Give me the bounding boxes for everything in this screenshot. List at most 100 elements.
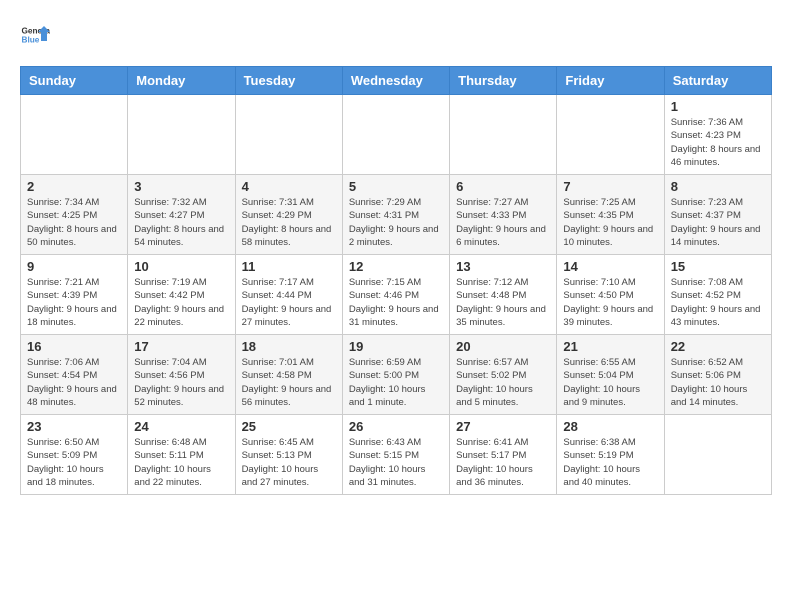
day-cell: 1 Sunrise: 7:36 AM Sunset: 4:23 PM Daylig… xyxy=(664,95,771,175)
day-cell: 20 Sunrise: 6:57 AM Sunset: 5:02 PM Dayli… xyxy=(450,335,557,415)
day-cell xyxy=(342,95,449,175)
day-number: 19 xyxy=(349,339,443,354)
day-cell: 3 Sunrise: 7:32 AM Sunset: 4:27 PM Daylig… xyxy=(128,175,235,255)
day-detail: Sunrise: 6:52 AM Sunset: 5:06 PM Dayligh… xyxy=(671,356,765,409)
weekday-header-tuesday: Tuesday xyxy=(235,67,342,95)
day-detail: Sunrise: 6:48 AM Sunset: 5:11 PM Dayligh… xyxy=(134,436,228,489)
weekday-header-sunday: Sunday xyxy=(21,67,128,95)
header: General Blue xyxy=(20,20,772,50)
day-number: 23 xyxy=(27,419,121,434)
weekday-header-friday: Friday xyxy=(557,67,664,95)
day-cell: 17 Sunrise: 7:04 AM Sunset: 4:56 PM Dayli… xyxy=(128,335,235,415)
day-detail: Sunrise: 7:21 AM Sunset: 4:39 PM Dayligh… xyxy=(27,276,121,329)
day-number: 3 xyxy=(134,179,228,194)
day-cell: 10 Sunrise: 7:19 AM Sunset: 4:42 PM Dayli… xyxy=(128,255,235,335)
day-cell: 9 Sunrise: 7:21 AM Sunset: 4:39 PM Daylig… xyxy=(21,255,128,335)
day-detail: Sunrise: 6:59 AM Sunset: 5:00 PM Dayligh… xyxy=(349,356,443,409)
day-cell: 26Sunrise: 6:43 AM Sunset: 5:15 PM Dayli… xyxy=(342,415,449,495)
day-number: 15 xyxy=(671,259,765,274)
day-cell: 27 Sunrise: 6:41 AM Sunset: 5:17 PM Dayli… xyxy=(450,415,557,495)
day-number: 11 xyxy=(242,259,336,274)
day-cell xyxy=(450,95,557,175)
day-number: 14 xyxy=(563,259,657,274)
day-cell: 22 Sunrise: 6:52 AM Sunset: 5:06 PM Dayli… xyxy=(664,335,771,415)
day-number: 7 xyxy=(563,179,657,194)
day-cell xyxy=(557,95,664,175)
day-cell xyxy=(664,415,771,495)
day-cell: 24 Sunrise: 6:48 AM Sunset: 5:11 PM Dayli… xyxy=(128,415,235,495)
day-number: 4 xyxy=(242,179,336,194)
day-number: 17 xyxy=(134,339,228,354)
day-number: 21 xyxy=(563,339,657,354)
day-number: 26 xyxy=(349,419,443,434)
week-row-2: 2 Sunrise: 7:34 AM Sunset: 4:25 PM Daylig… xyxy=(21,175,772,255)
day-detail: Sunrise: 6:41 AM Sunset: 5:17 PM Dayligh… xyxy=(456,436,550,489)
day-detail: Sunrise: 7:17 AM Sunset: 4:44 PM Dayligh… xyxy=(242,276,336,329)
day-detail: Sunrise: 6:57 AM Sunset: 5:02 PM Dayligh… xyxy=(456,356,550,409)
day-cell: 11 Sunrise: 7:17 AM Sunset: 4:44 PM Dayli… xyxy=(235,255,342,335)
day-number: 22 xyxy=(671,339,765,354)
day-number: 16 xyxy=(27,339,121,354)
day-detail: Sunrise: 7:25 AM Sunset: 4:35 PM Dayligh… xyxy=(563,196,657,249)
day-detail: Sunrise: 7:34 AM Sunset: 4:25 PM Dayligh… xyxy=(27,196,121,249)
day-detail: Sunrise: 6:38 AM Sunset: 5:19 PM Dayligh… xyxy=(563,436,657,489)
day-detail: Sunrise: 7:10 AM Sunset: 4:50 PM Dayligh… xyxy=(563,276,657,329)
day-detail: Sunrise: 7:12 AM Sunset: 4:48 PM Dayligh… xyxy=(456,276,550,329)
day-number: 1 xyxy=(671,99,765,114)
day-cell: 16 Sunrise: 7:06 AM Sunset: 4:54 PM Dayli… xyxy=(21,335,128,415)
day-cell: 25 Sunrise: 6:45 AM Sunset: 5:13 PM Dayli… xyxy=(235,415,342,495)
day-detail: Sunrise: 7:04 AM Sunset: 4:56 PM Dayligh… xyxy=(134,356,228,409)
day-detail: Sunrise: 7:32 AM Sunset: 4:27 PM Dayligh… xyxy=(134,196,228,249)
calendar: SundayMondayTuesdayWednesdayThursdayFrid… xyxy=(20,66,772,495)
day-cell xyxy=(21,95,128,175)
day-number: 27 xyxy=(456,419,550,434)
day-cell: 2 Sunrise: 7:34 AM Sunset: 4:25 PM Daylig… xyxy=(21,175,128,255)
day-cell: 21Sunrise: 6:55 AM Sunset: 5:04 PM Dayli… xyxy=(557,335,664,415)
weekday-header-monday: Monday xyxy=(128,67,235,95)
day-number: 18 xyxy=(242,339,336,354)
day-detail: Sunrise: 7:27 AM Sunset: 4:33 PM Dayligh… xyxy=(456,196,550,249)
weekday-header-thursday: Thursday xyxy=(450,67,557,95)
day-cell: 6Sunrise: 7:27 AM Sunset: 4:33 PM Daylig… xyxy=(450,175,557,255)
day-detail: Sunrise: 7:01 AM Sunset: 4:58 PM Dayligh… xyxy=(242,356,336,409)
day-cell: 14 Sunrise: 7:10 AM Sunset: 4:50 PM Dayli… xyxy=(557,255,664,335)
week-row-5: 23 Sunrise: 6:50 AM Sunset: 5:09 PM Dayli… xyxy=(21,415,772,495)
day-number: 8 xyxy=(671,179,765,194)
logo-icon: General Blue xyxy=(20,20,50,50)
day-detail: Sunrise: 7:29 AM Sunset: 4:31 PM Dayligh… xyxy=(349,196,443,249)
day-cell xyxy=(128,95,235,175)
day-number: 10 xyxy=(134,259,228,274)
day-detail: Sunrise: 7:06 AM Sunset: 4:54 PM Dayligh… xyxy=(27,356,121,409)
week-row-1: 1 Sunrise: 7:36 AM Sunset: 4:23 PM Daylig… xyxy=(21,95,772,175)
day-cell: 12Sunrise: 7:15 AM Sunset: 4:46 PM Dayli… xyxy=(342,255,449,335)
day-cell: 7 Sunrise: 7:25 AM Sunset: 4:35 PM Daylig… xyxy=(557,175,664,255)
day-cell xyxy=(235,95,342,175)
day-cell: 28Sunrise: 6:38 AM Sunset: 5:19 PM Dayli… xyxy=(557,415,664,495)
day-detail: Sunrise: 6:45 AM Sunset: 5:13 PM Dayligh… xyxy=(242,436,336,489)
weekday-header-saturday: Saturday xyxy=(664,67,771,95)
week-row-3: 9 Sunrise: 7:21 AM Sunset: 4:39 PM Daylig… xyxy=(21,255,772,335)
day-number: 12 xyxy=(349,259,443,274)
day-detail: Sunrise: 7:31 AM Sunset: 4:29 PM Dayligh… xyxy=(242,196,336,249)
day-number: 9 xyxy=(27,259,121,274)
day-number: 24 xyxy=(134,419,228,434)
day-detail: Sunrise: 7:36 AM Sunset: 4:23 PM Dayligh… xyxy=(671,116,765,169)
day-cell: 5 Sunrise: 7:29 AM Sunset: 4:31 PM Daylig… xyxy=(342,175,449,255)
day-number: 5 xyxy=(349,179,443,194)
day-number: 2 xyxy=(27,179,121,194)
day-cell: 15 Sunrise: 7:08 AM Sunset: 4:52 PM Dayli… xyxy=(664,255,771,335)
day-number: 20 xyxy=(456,339,550,354)
day-cell: 13 Sunrise: 7:12 AM Sunset: 4:48 PM Dayli… xyxy=(450,255,557,335)
weekday-header-row: SundayMondayTuesdayWednesdayThursdayFrid… xyxy=(21,67,772,95)
day-cell: 4 Sunrise: 7:31 AM Sunset: 4:29 PM Daylig… xyxy=(235,175,342,255)
day-number: 13 xyxy=(456,259,550,274)
svg-text:Blue: Blue xyxy=(22,36,40,45)
week-row-4: 16 Sunrise: 7:06 AM Sunset: 4:54 PM Dayli… xyxy=(21,335,772,415)
weekday-header-wednesday: Wednesday xyxy=(342,67,449,95)
day-number: 25 xyxy=(242,419,336,434)
day-detail: Sunrise: 7:19 AM Sunset: 4:42 PM Dayligh… xyxy=(134,276,228,329)
day-detail: Sunrise: 6:50 AM Sunset: 5:09 PM Dayligh… xyxy=(27,436,121,489)
day-cell: 23 Sunrise: 6:50 AM Sunset: 5:09 PM Dayli… xyxy=(21,415,128,495)
day-detail: Sunrise: 7:08 AM Sunset: 4:52 PM Dayligh… xyxy=(671,276,765,329)
day-detail: Sunrise: 7:23 AM Sunset: 4:37 PM Dayligh… xyxy=(671,196,765,249)
